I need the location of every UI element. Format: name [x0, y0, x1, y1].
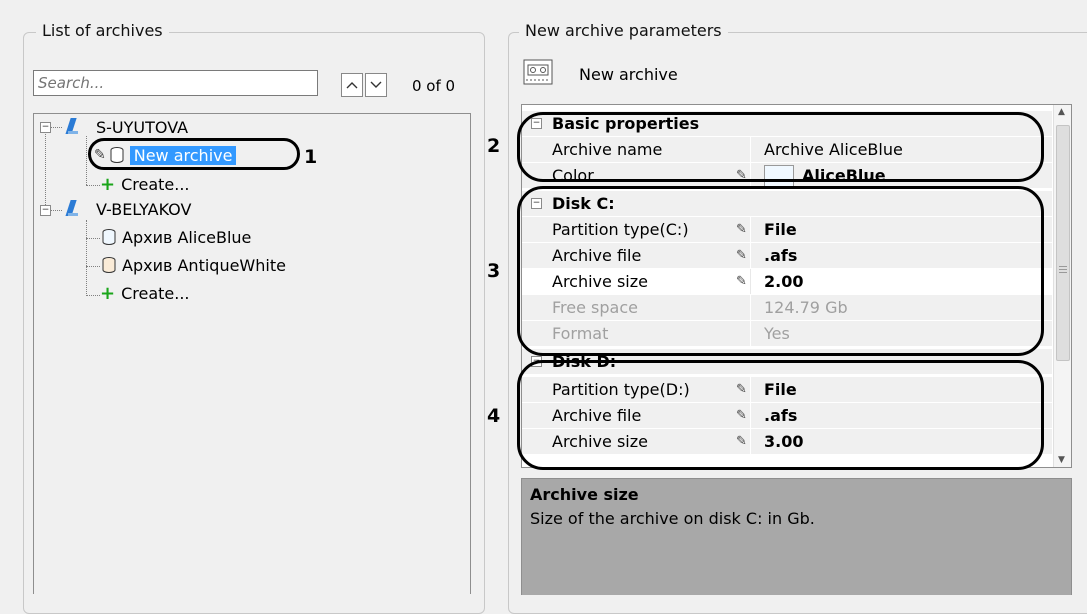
tree-connector	[86, 185, 100, 186]
callout-number-1: 1	[304, 146, 318, 168]
next-result-button[interactable]	[365, 73, 387, 97]
tree-connector	[86, 295, 100, 296]
search-input[interactable]	[33, 70, 318, 96]
archives-list-title: List of archives	[36, 21, 169, 40]
archive-parameters-title: New archive parameters	[519, 21, 728, 40]
search-result-counter: 0 of 0	[412, 77, 456, 95]
tree-item-label: Create...	[121, 283, 190, 303]
callout-number-2: 2	[487, 135, 501, 157]
tree-server-label: S-UYUTOVA	[96, 117, 189, 137]
archive-tree[interactable]: − S-UYUTOVA ✎ New archive + Create... − …	[33, 113, 471, 594]
callout-oval-1	[88, 138, 300, 170]
tree-item-label: Create...	[121, 174, 190, 194]
archive-icon	[102, 257, 116, 273]
tree-item-label: Архив AntiqueWhite	[122, 255, 286, 275]
tree-connector	[86, 266, 100, 267]
help-text: Size of the archive on disk C: in Gb.	[530, 509, 815, 528]
help-panel: Archive size Size of the archive on disk…	[521, 478, 1072, 595]
archive-icon	[102, 229, 116, 245]
tree-item-create[interactable]: + Create...	[100, 173, 190, 195]
scroll-down-icon[interactable]: ▼	[1058, 455, 1065, 465]
callout-oval-4	[517, 360, 1044, 470]
collapse-toggle[interactable]: −	[40, 122, 51, 133]
scrollbar-thumb[interactable]	[1056, 125, 1070, 361]
tree-item-archive-aliceblue[interactable]: Архив AliceBlue	[100, 226, 251, 248]
archive-header-icon	[523, 58, 553, 90]
plus-icon: +	[100, 282, 116, 304]
tree-connector	[86, 238, 100, 239]
tree-server-label: V-BELYAKOV	[96, 199, 192, 219]
callout-oval-3	[517, 186, 1044, 356]
tree-item-label: Архив AliceBlue	[122, 227, 252, 247]
tree-connector	[86, 136, 87, 185]
tree-connector	[45, 129, 46, 211]
scroll-up-icon[interactable]: ▲	[1058, 107, 1065, 117]
tape-archive-icon	[523, 59, 553, 85]
collapse-toggle[interactable]: −	[40, 205, 51, 216]
tree-item-archive-antiquewhite[interactable]: Архив AntiqueWhite	[100, 254, 286, 276]
tree-server-s-uyutova[interactable]: S-UYUTOVA	[64, 116, 188, 138]
plus-icon: +	[100, 173, 116, 195]
tree-connector	[86, 220, 87, 296]
callout-number-3: 3	[487, 260, 501, 282]
chevron-up-icon	[346, 82, 358, 89]
computer-icon	[65, 200, 78, 216]
chevron-down-icon	[370, 81, 382, 88]
help-title: Archive size	[530, 485, 639, 504]
callout-oval-2	[517, 112, 1044, 182]
archive-header-label: New archive	[579, 65, 678, 84]
tree-server-v-belyakov[interactable]: V-BELYAKOV	[64, 198, 191, 220]
computer-icon	[65, 118, 78, 134]
tree-item-create[interactable]: + Create...	[100, 282, 190, 304]
callout-number-4: 4	[487, 405, 501, 427]
vertical-scrollbar[interactable]: ▲ ▼	[1053, 105, 1071, 467]
previous-result-button[interactable]	[341, 73, 363, 97]
